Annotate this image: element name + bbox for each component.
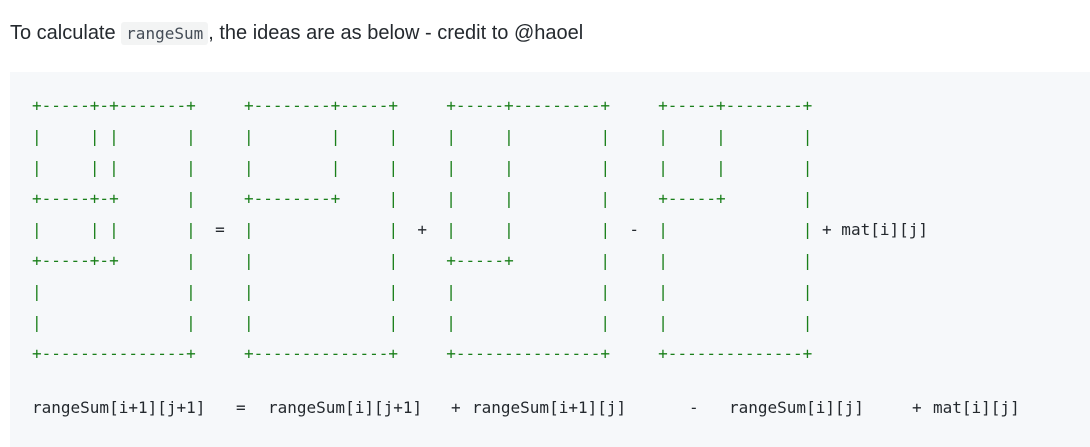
- diagram-line: | | | | | | | |: [32, 313, 813, 332]
- formula-term1: rangeSum[i][j+1]: [268, 398, 423, 417]
- formula-term4: mat[i][j]: [933, 398, 1020, 417]
- diagram-line: +-----+-+ | +--------+ | | | | +-----+ |: [32, 189, 813, 208]
- ascii-diagram: +-----+-+-------+ +--------+-----+ +----…: [32, 90, 928, 369]
- diagram-line: | | | | | | | |: [32, 282, 813, 301]
- intro-text-before: To calculate: [10, 22, 122, 44]
- diagram-line: | | | | | | | | | | | | |: [32, 127, 813, 146]
- formula-plus2: +: [912, 398, 922, 417]
- intro-text-after: , the ideas are as below - credit to @ha…: [208, 22, 584, 44]
- diagram-line: | | | | | | | | | | | | |: [32, 158, 813, 177]
- formula-equals: =: [236, 398, 246, 417]
- diagram-line: +---------------+ +--------------+ +----…: [32, 344, 813, 363]
- inline-code-rangesum: rangeSum: [121, 22, 209, 45]
- formula-term3: rangeSum[i][j]: [729, 398, 864, 417]
- code-block: +-----+-+-------+ +--------+-----+ +----…: [10, 72, 1090, 447]
- formula-term2: rangeSum[i+1][j]: [472, 398, 627, 417]
- diagram-line: +-----+-+ | | | +-----+ | | |: [32, 251, 813, 270]
- diagram-line: | | | | = | | + | | | - | | + mat[i][j]: [32, 220, 928, 239]
- formula-minus: -: [689, 398, 699, 417]
- diagram-line: +-----+-+-------+ +--------+-----+ +----…: [32, 96, 813, 115]
- formula-plus1: +: [451, 398, 461, 417]
- formula-target: rangeSum[i+1][j+1]: [32, 398, 206, 417]
- intro-paragraph: To calculate rangeSum, the ideas are as …: [10, 22, 583, 45]
